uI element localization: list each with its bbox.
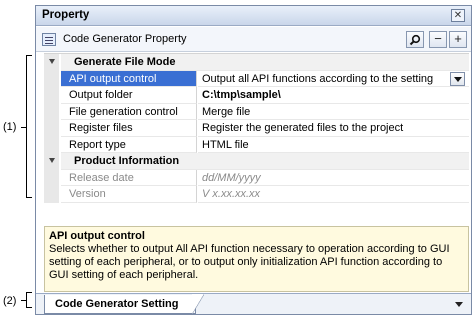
property-toolbar: Code Generator Property − + — [36, 27, 471, 52]
property-value: V x.xx.xx.xx — [198, 186, 469, 203]
category-label: Generate File Mode — [61, 54, 469, 71]
callout-label-1: (1) — [3, 121, 17, 133]
property-value: dd/MM/yyyy — [198, 170, 469, 186]
collapse-toggle-icon[interactable] — [49, 158, 55, 163]
property-name: API output control — [61, 70, 197, 87]
collapse-all-button[interactable]: − — [429, 31, 447, 48]
property-name: File generation control — [61, 103, 197, 120]
description-pane: API output control Selects whether to ou… — [44, 226, 469, 292]
category-product-information[interactable]: Product Information — [44, 153, 469, 170]
tab-list-chevron-down-icon[interactable] — [455, 302, 463, 307]
property-value[interactable]: Output all API functions according to th… — [198, 71, 469, 87]
property-name: Release date — [61, 169, 197, 186]
property-value[interactable]: C:\tmp\sample\ — [198, 87, 469, 104]
description-title: API output control — [49, 230, 145, 242]
search-button[interactable] — [406, 31, 424, 48]
category-generate-file-mode[interactable]: Generate File Mode — [44, 54, 469, 71]
close-button[interactable]: ✕ — [451, 9, 465, 22]
panel-title: Property — [42, 9, 90, 21]
callout-bracket-2-top — [26, 292, 32, 293]
property-name: Output folder — [61, 87, 197, 104]
property-name: Report type — [61, 136, 197, 153]
tab-bar: Code Generator Setting — [36, 293, 471, 314]
property-row-release-date[interactable]: Release date dd/MM/yyyy — [44, 169, 469, 186]
panel-titlebar: Property ✕ — [36, 6, 471, 26]
category-label: Product Information — [61, 153, 469, 170]
tab-code-generator-setting[interactable]: Code Generator Setting — [44, 294, 204, 314]
property-list-icon — [42, 33, 56, 46]
property-value[interactable]: Register the generated files to the proj… — [198, 120, 469, 137]
selected-object-name: Code Generator Property — [63, 33, 187, 45]
property-name: Register files — [61, 120, 197, 137]
callout-bracket-1-bottom — [26, 197, 32, 198]
property-row-register-files[interactable]: Register files Register the generated fi… — [44, 120, 469, 137]
property-value[interactable]: HTML file — [198, 137, 469, 153]
callout-bracket-2-bottom — [26, 307, 32, 308]
callout-bracket-1-top — [26, 55, 32, 56]
chevron-down-icon[interactable] — [450, 71, 465, 86]
property-name: Version — [61, 186, 197, 203]
description-text: Selects whether to output All API functi… — [49, 243, 450, 281]
collapse-toggle-icon[interactable] — [49, 59, 55, 64]
property-row-output-folder[interactable]: Output folder C:\tmp\sample\ — [44, 87, 469, 104]
property-grid: Generate File Mode API output control Ou… — [44, 53, 469, 208]
callout-bracket-1 — [26, 55, 27, 198]
expand-all-button[interactable]: + — [449, 31, 467, 48]
callout-bracket-1-tick — [21, 127, 26, 128]
property-row-version[interactable]: Version V x.xx.xx.xx — [44, 186, 469, 203]
property-panel: Property ✕ Code Generator Property − + G… — [35, 5, 472, 315]
callout-bracket-2 — [26, 292, 27, 308]
property-value[interactable]: Merge file — [198, 104, 469, 120]
callout-bracket-2-tick — [21, 300, 26, 301]
search-icon — [409, 34, 421, 46]
property-row-file-generation-control[interactable]: File generation control Merge file — [44, 103, 469, 120]
property-row-report-type[interactable]: Report type HTML file — [44, 136, 469, 153]
callout-label-2: (2) — [3, 295, 17, 307]
property-row-api-output-control[interactable]: API output control Output all API functi… — [44, 70, 469, 87]
